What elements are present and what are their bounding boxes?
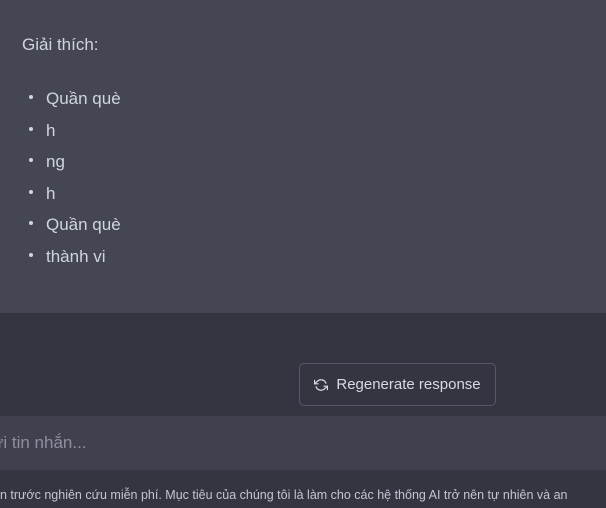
message-input[interactable]	[0, 416, 606, 470]
bullet-icon	[29, 126, 33, 131]
list-item: h	[28, 183, 121, 215]
list-item: Quần què	[28, 88, 121, 120]
message-input-bar	[0, 416, 606, 470]
bullet-icon	[29, 221, 33, 225]
bullet-icon	[29, 95, 33, 99]
regenerate-response-button[interactable]: Regenerate response	[299, 363, 496, 406]
list-item: ng	[28, 151, 121, 183]
footer-disclaimer: n trước nghiên cứu miễn phí. Mục tiêu củ…	[0, 488, 568, 502]
list-item-text: thành vi	[46, 246, 106, 266]
list-item-text: h	[46, 183, 56, 203]
list-item-text: ng	[46, 152, 65, 171]
refresh-icon	[314, 378, 329, 391]
list-item-text: Quần què	[46, 89, 121, 108]
chat-window: Giải thích: Quần què h ng h Quần què thà…	[0, 0, 606, 508]
assistant-message: Giải thích: Quần què h ng h Quần què thà…	[0, 0, 606, 313]
list-item: Quần què	[28, 214, 121, 246]
regenerate-response-label: Regenerate response	[336, 376, 481, 393]
message-heading: Giải thích:	[22, 35, 99, 54]
list-item: h	[28, 120, 121, 152]
bullet-icon	[29, 158, 33, 162]
list-item: thành vi	[28, 246, 121, 278]
bullet-icon	[29, 189, 33, 194]
list-item-text: h	[46, 120, 56, 140]
explanation-list: Quần què h ng h Quần què thành vi	[28, 88, 121, 277]
list-item-text: Quần què	[46, 215, 121, 234]
bullet-icon	[29, 252, 33, 257]
composer-area: Regenerate response n trước nghiên cứu m…	[0, 313, 606, 508]
